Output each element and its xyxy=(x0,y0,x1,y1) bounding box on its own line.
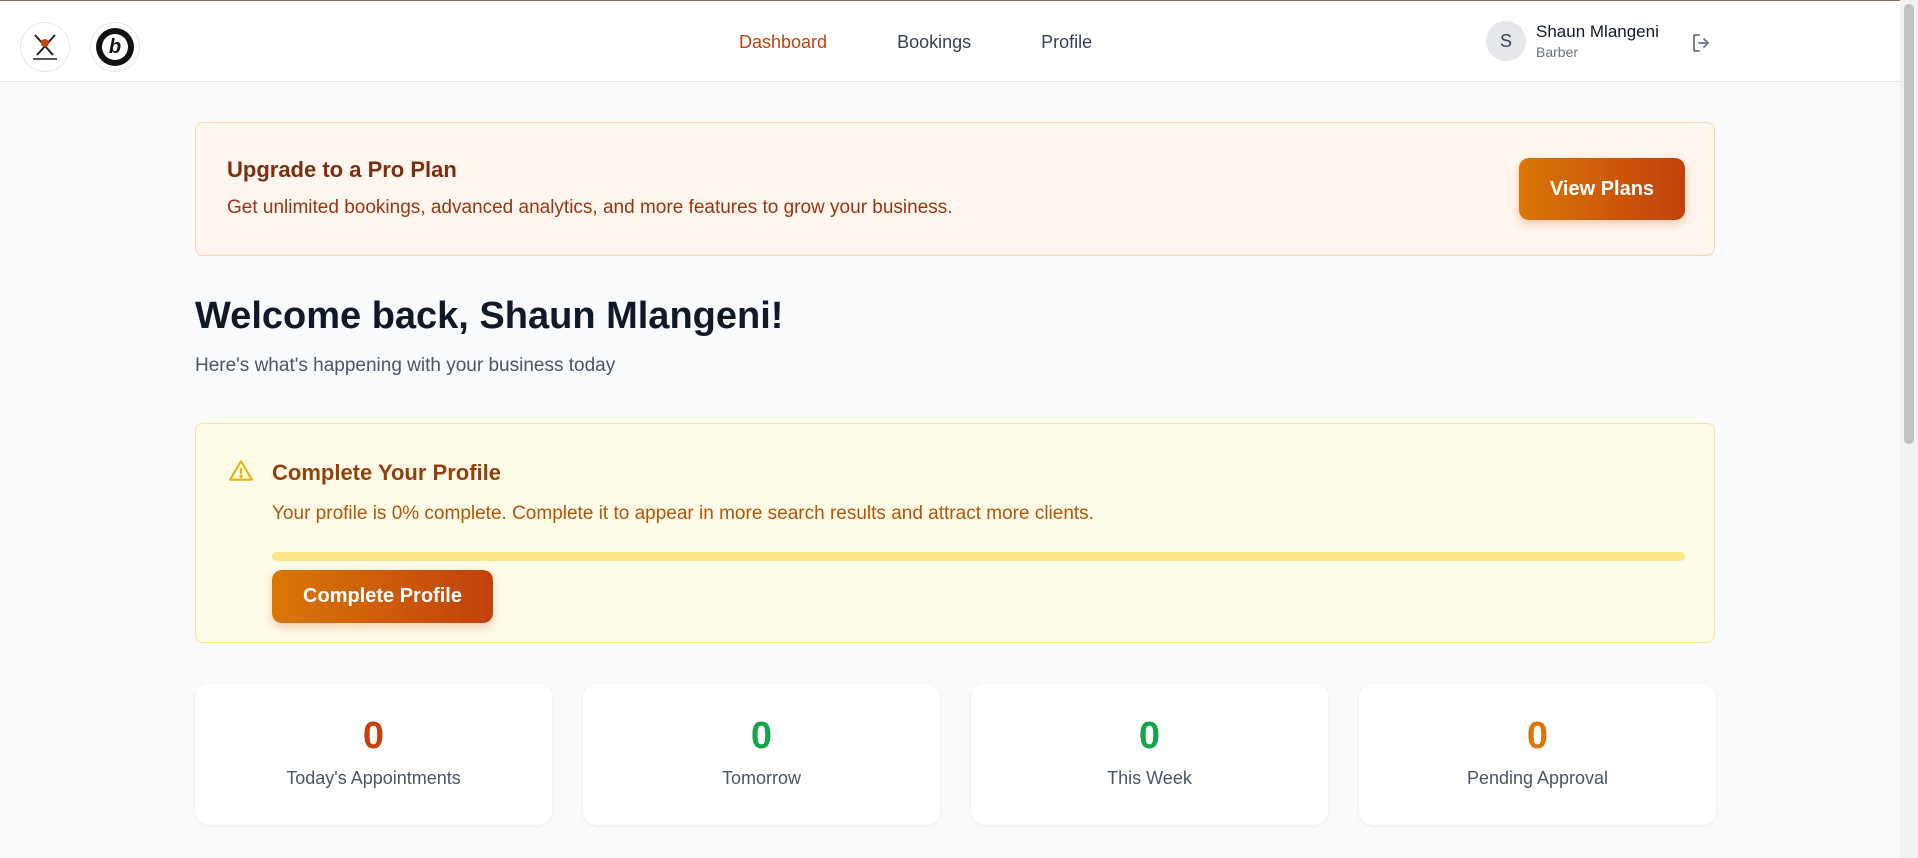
main-nav: Dashboard Bookings Profile xyxy=(739,29,1092,55)
complete-profile-description: Your profile is 0% complete. Complete it… xyxy=(272,503,1094,524)
nav-dashboard[interactable]: Dashboard xyxy=(739,29,827,55)
stat-label-pending: Pending Approval xyxy=(1466,768,1609,788)
nav-profile[interactable]: Profile xyxy=(1041,29,1092,55)
page-title: Welcome back, Shaun Mlangeni! xyxy=(195,295,784,337)
upgrade-description: Get unlimited bookings, advanced analyti… xyxy=(227,197,953,218)
user-name: Shaun Mlangeni xyxy=(1536,22,1659,41)
stat-value-week: 0 xyxy=(1138,715,1161,757)
stat-label-today: Today's Appointments xyxy=(286,768,461,788)
stat-value-tomorrow: 0 xyxy=(750,715,773,757)
stats-row: 0 Today's Appointments 0 Tomorrow 0 This… xyxy=(195,684,1716,825)
stat-card-week: 0 This Week xyxy=(971,684,1328,825)
logout-icon[interactable] xyxy=(1690,31,1714,55)
upgrade-title: Upgrade to a Pro Plan xyxy=(227,157,457,182)
nav-bookings[interactable]: Bookings xyxy=(897,29,971,55)
scrollbar-thumb[interactable] xyxy=(1904,4,1914,444)
brand-b-logo[interactable]: b xyxy=(90,22,140,72)
barber-connect-logo[interactable] xyxy=(20,22,70,72)
b-logo-letter: b xyxy=(102,34,128,60)
user-role: Barber xyxy=(1536,44,1579,60)
b-logo-icon: b xyxy=(96,28,134,66)
complete-profile-card: Complete Your Profile Your profile is 0%… xyxy=(195,423,1715,643)
stat-value-today: 0 xyxy=(362,715,385,757)
view-plans-button[interactable]: View Plans xyxy=(1519,158,1685,220)
profile-progress-bar xyxy=(272,552,1685,561)
top-header: b Dashboard Bookings Profile S Shaun Mla… xyxy=(0,1,1900,82)
user-info: Shaun Mlangeni Barber xyxy=(1536,21,1659,61)
warning-icon xyxy=(228,458,254,484)
complete-profile-title: Complete Your Profile xyxy=(272,460,502,485)
stat-label-tomorrow: Tomorrow xyxy=(721,768,801,788)
stat-card-today: 0 Today's Appointments xyxy=(195,684,552,825)
complete-profile-button[interactable]: Complete Profile xyxy=(272,570,493,623)
stat-card-pending: 0 Pending Approval xyxy=(1359,684,1716,825)
stat-value-pending: 0 xyxy=(1526,715,1549,757)
scissors-logo-icon xyxy=(27,29,63,65)
stat-label-week: This Week xyxy=(1107,768,1192,788)
user-menu[interactable]: S Shaun Mlangeni Barber xyxy=(1486,21,1659,61)
avatar: S xyxy=(1486,21,1526,61)
upgrade-banner: Upgrade to a Pro Plan Get unlimited book… xyxy=(195,122,1715,256)
page-subtitle: Here's what's happening with your busine… xyxy=(195,355,616,376)
stat-card-tomorrow: 0 Tomorrow xyxy=(583,684,940,825)
